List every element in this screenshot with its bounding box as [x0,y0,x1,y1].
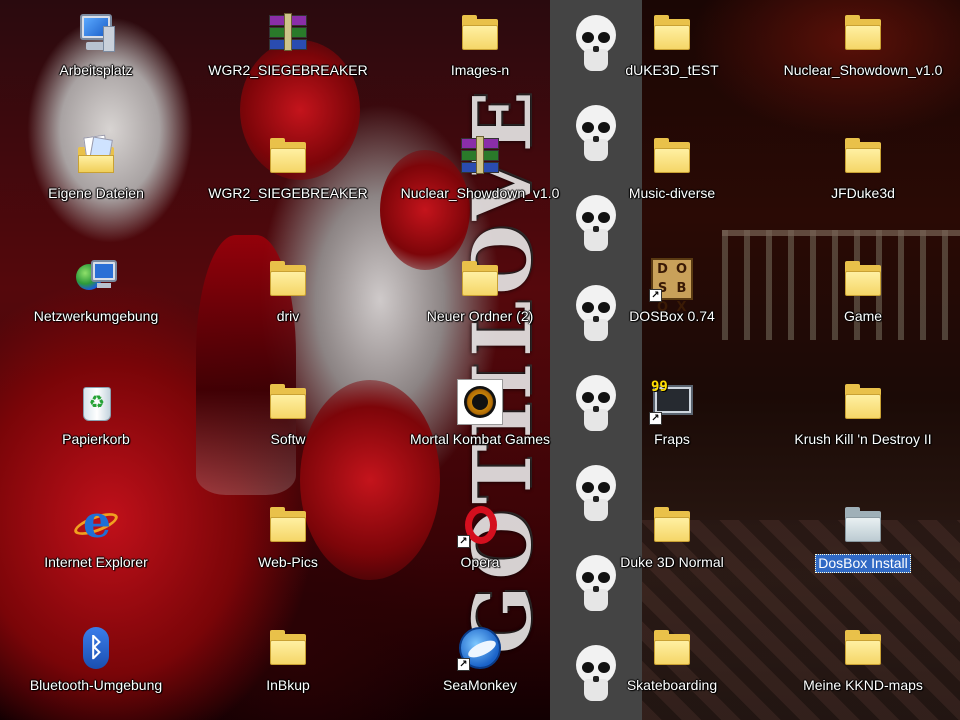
desktop-icon-nuclear-archive[interactable]: Nuclear_Showdown_v1.0 [385,129,575,221]
shortcut-arrow-icon: ↗ [649,412,662,425]
desktop-icon-label: driv [276,308,300,324]
desktop-icon-opera[interactable]: ↗ Opera [385,498,575,590]
desktop-icon-neuer-ordner[interactable]: Neuer Ordner (2) [385,252,575,344]
folder-icon [649,625,695,671]
desktop-icon-label: Mortal Kombat Games [409,431,551,447]
my-documents-icon [73,133,119,179]
desktop-icon-label: Nuclear_Showdown_v1.0 [400,185,560,201]
desktop-icon-label: Duke 3D Normal [620,554,724,570]
internet-explorer-icon: e [71,500,121,548]
folder-icon [265,256,311,302]
folder-icon [649,10,695,56]
shortcut-arrow-icon: ↗ [649,289,662,302]
desktop-icon-label: Fraps [654,431,690,447]
folder-icon [457,256,503,302]
winrar-archive-icon [457,133,503,179]
desktop-icon-netzwerkumgebung[interactable]: Netzwerkumgebung [1,252,191,344]
my-computer-icon [73,10,119,56]
desktop-icon-arbeitsplatz[interactable]: Arbeitsplatz [1,6,191,98]
opera-icon: ↗ [457,502,503,548]
desktop-icon-krush-kill[interactable]: Krush Kill 'n Destroy II [768,375,958,467]
desktop-wallpaper: GOTHLOVE [0,0,960,720]
folder-icon [840,133,886,179]
desktop-icon-duke3d-test[interactable]: dUKE3D_tEST [577,6,767,98]
desktop-icon-label: WGR2_SIEGEBREAKER [208,62,368,78]
desktop-icon-music-diverse[interactable]: Music-diverse [577,129,767,221]
desktop-icon-wgr2-folder[interactable]: WGR2_SIEGEBREAKER [193,129,383,221]
shortcut-arrow-icon: ↗ [457,658,470,671]
desktop-icon-label: Papierkorb [62,431,130,447]
folder-icon [457,10,503,56]
desktop-icon-label: Web-Pics [258,554,318,570]
desktop-icon-game[interactable]: Game [768,252,958,344]
desktop-icon-label: Meine KKND-maps [803,677,923,693]
desktop-icon-label: Music-diverse [628,185,716,201]
desktop-icon-seamonkey[interactable]: ↗ SeaMonkey [385,621,575,713]
desktop-icon-label: DosBox Install [815,554,911,573]
desktop-icon-label: SeaMonkey [443,677,517,693]
folder-icon [840,10,886,56]
desktop-icon-label: Arbeitsplatz [59,62,133,78]
desktop-icon-duke3d-normal[interactable]: Duke 3D Normal [577,498,767,590]
desktop-icon-label: Internet Explorer [44,554,148,570]
folder-icon [649,502,695,548]
desktop-icon-label: Skateboarding [626,677,718,693]
desktop-icon-label: Krush Kill 'n Destroy II [794,431,932,447]
folder-icon [840,502,886,548]
folder-icon [649,133,695,179]
desktop-icon-label: WGR2_SIEGEBREAKER [208,185,368,201]
desktop-icon-kknd-maps[interactable]: Meine KKND-maps [768,621,958,713]
desktop-icon-web-pics[interactable]: Web-Pics [193,498,383,590]
desktop-icon-label: Neuer Ordner (2) [426,308,534,324]
desktop-icon-softw[interactable]: Softw [193,375,383,467]
fraps-icon: 99 ↗ [649,379,695,425]
recycle-bin-icon: ♻ [73,379,119,425]
desktop-icon-mortal-kombat[interactable]: Mortal Kombat Games [385,375,575,467]
bluetooth-icon: ᛒ [73,625,119,671]
winrar-archive-icon [265,10,311,56]
folder-icon [265,133,311,179]
wallpaper-gothlove-text: GOTHLOVE [455,85,549,655]
dosbox-icon: DO SB OX ↗ [649,256,695,315]
desktop-icon-label: Opera [460,554,500,570]
desktop-icon-papierkorb[interactable]: ♻ Papierkorb [1,375,191,467]
desktop-icon-label: Softw [270,431,306,447]
wallpaper-skull-strip [550,0,642,720]
desktop-icon-wgr2-archive[interactable]: WGR2_SIEGEBREAKER [193,6,383,98]
desktop-icon-bluetooth[interactable]: ᛒ Bluetooth-Umgebung [1,621,191,713]
folder-icon [840,256,886,302]
folder-icon [265,625,311,671]
desktop-icon-label: InBkup [266,677,310,693]
desktop-icon-label: Nuclear_Showdown_v1.0 [783,62,943,78]
folder-icon [840,625,886,671]
folder-icon [840,379,886,425]
desktop-icon-dosbox-install[interactable]: DosBox Install [768,498,958,590]
desktop-icon-label: Bluetooth-Umgebung [29,677,163,693]
desktop-icon-nuclear-folder[interactable]: Nuclear_Showdown_v1.0 [768,6,958,98]
desktop-icon-label: Netzwerkumgebung [33,308,159,324]
desktop-icon-driv[interactable]: driv [193,252,383,344]
desktop-icon-label: Images-n [450,62,510,78]
desktop-icon-label: Eigene Dateien [48,185,144,201]
desktop-icon-inbkup[interactable]: InBkup [193,621,383,713]
shortcut-arrow-icon: ↗ [457,535,470,548]
network-places-icon [73,256,119,302]
desktop-icon-eigene-dateien[interactable]: Eigene Dateien [1,129,191,221]
mortal-kombat-icon [457,379,503,425]
desktop-icon-label: JFDuke3d [831,185,895,201]
desktop-icon-label: Game [843,308,883,324]
desktop-icon-images-n[interactable]: Images-n [385,6,575,98]
desktop-icon-fraps[interactable]: 99 ↗ Fraps [577,375,767,467]
desktop-icon-internet-explorer[interactable]: e Internet Explorer [1,498,191,590]
folder-icon [265,502,311,548]
desktop-icon-dosbox[interactable]: DO SB OX ↗ DOSBox 0.74 [577,252,767,344]
desktop-icon-label: dUKE3D_tEST [625,62,719,78]
wallpaper-dungeon-scene [642,0,960,720]
desktop-icon-skateboarding[interactable]: Skateboarding [577,621,767,713]
folder-icon [265,379,311,425]
desktop-icon-jfduke3d[interactable]: JFDuke3d [768,129,958,221]
seamonkey-icon: ↗ [457,625,503,671]
